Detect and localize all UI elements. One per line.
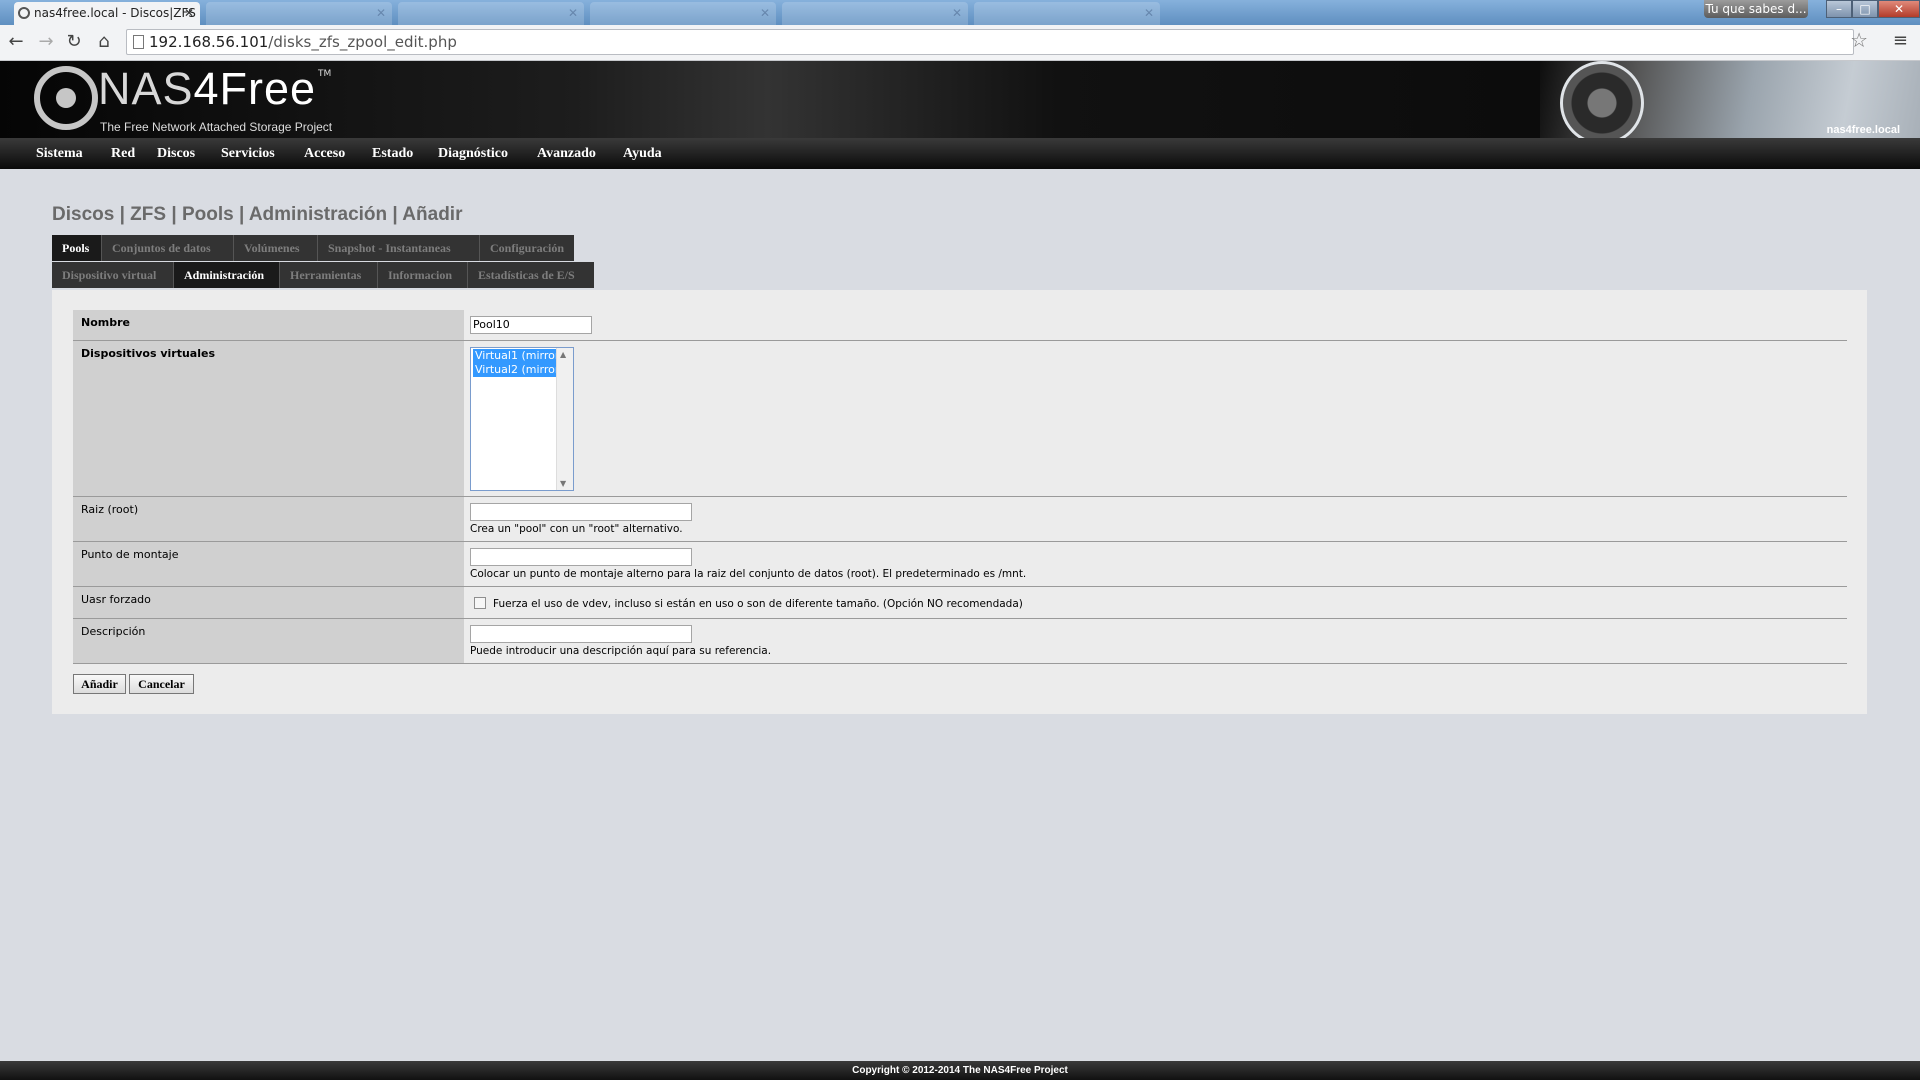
add-button[interactable]: Añadir [73,674,126,694]
browser-tab-title: nas4free.local - Discos|ZFS [34,6,196,20]
tagline: The Free Network Attached Storage Projec… [100,120,333,134]
label-descripcion: Descripción [73,619,464,663]
root-input[interactable] [470,503,692,521]
listbox-scrollbar[interactable]: ▲ ▼ [556,348,573,490]
tabs-row-1: Pools Conjuntos de datos Volúmenes Snaps… [52,235,574,261]
url-text: 192.168.56.101/disks_zfs_zpool_edit.php [149,33,457,51]
browser-tab[interactable]: ✕ [782,2,968,25]
label-nombre: Nombre [73,310,464,340]
tab-informacion[interactable]: Informacion [378,262,468,288]
nav-diagnostico[interactable]: Diagnóstico [438,138,508,169]
page-title: Discos | ZFS | Pools | Administración | … [52,204,463,225]
home-icon[interactable]: ⌂ [92,30,116,54]
maximize-icon[interactable]: □ [1852,0,1878,18]
label-raiz: Raiz (root) [73,497,464,541]
tab-estadisticas[interactable]: Estadísticas de E/S [468,262,594,288]
row-nombre: Nombre [73,310,1847,341]
browser-tab[interactable]: ✕ [398,2,584,25]
nav-discos[interactable]: Discos [157,138,195,169]
bookmark-star-icon[interactable]: ☆ [1850,28,1868,52]
nav-red[interactable]: Red [111,138,135,169]
site-header: NAS4Free TM The Free Network Attached St… [0,61,1920,138]
vdev-option[interactable]: Virtual2 (mirror) [473,363,564,377]
mountpoint-hint: Colocar un punto de montaje alterno para… [470,568,1027,580]
nav-estado[interactable]: Estado [372,138,413,169]
scroll-up-icon[interactable]: ▲ [560,350,566,359]
close-tab-icon[interactable]: ✕ [184,2,194,25]
nav-acceso[interactable]: Acceso [304,138,345,169]
browser-tab-active[interactable]: nas4free.local - Discos|ZFS ✕ [14,2,200,25]
row-descripcion: Descripción [73,619,1847,664]
tab-pools[interactable]: Pools [52,235,102,261]
vdevs-listbox[interactable]: Virtual1 (mirror) Virtual2 (mirror) ▲ ▼ [470,347,574,491]
close-tab-icon[interactable]: ✕ [568,2,578,25]
window-close-icon[interactable]: ✕ [1878,0,1920,18]
mountpoint-input[interactable] [470,548,692,566]
tabs-row-2: Dispositivo virtual Administración Herra… [52,262,594,288]
tab-conjuntos-de-datos[interactable]: Conjuntos de datos [102,235,234,261]
description-input[interactable] [470,625,692,643]
root-hint: Crea un "pool" con un "root" alternativo… [470,523,683,535]
close-tab-icon[interactable]: ✕ [760,2,770,25]
label-punto-de-montaje: Punto de montaje [73,542,464,586]
browser-toolbar: ← → ↻ ⌂ 192.168.56.101/disks_zfs_zpool_e… [0,25,1920,61]
tab-snapshot[interactable]: Snapshot - Instantaneas [318,235,480,261]
logo-text: NAS4Free [98,63,317,114]
reload-icon[interactable]: ↻ [62,30,86,54]
vdev-option[interactable]: Virtual1 (mirror) [473,349,564,363]
tab-configuracion[interactable]: Configuración [480,235,574,261]
tab-dispositivo-virtual[interactable]: Dispositivo virtual [52,262,174,288]
page-icon [133,35,144,49]
browser-tab[interactable]: ✕ [590,2,776,25]
row-dispositivos-virtuales: Dispositivos virtuales [73,341,1847,497]
close-tab-icon[interactable]: ✕ [952,2,962,25]
description-hint: Puede introducir una descripción aquí pa… [470,645,772,657]
back-arrow-icon[interactable]: ← [4,30,28,54]
browser-tab[interactable]: ✕ [974,2,1160,25]
tab-administracion[interactable]: Administración [174,262,280,288]
nav-sistema[interactable]: Sistema [36,138,83,169]
forward-arrow-icon[interactable]: → [34,30,58,54]
name-input[interactable]: Pool10 [470,316,592,334]
disk-platter-icon [1560,61,1644,138]
force-hint: Fuerza el uso de vdev, incluso si están … [493,598,1023,610]
main-nav: Sistema Red Discos Servicios Acceso Esta… [0,138,1920,169]
row-raiz: Raiz (root) [73,497,1847,542]
hostname: nas4free.local [1826,124,1900,136]
nas4free-favicon-icon [18,7,30,19]
tab-herramientas[interactable]: Herramientas [280,262,378,288]
nas4free-logo-icon [34,66,98,130]
force-checkbox[interactable] [474,597,486,609]
minimize-icon[interactable]: – [1826,0,1852,18]
row-punto-de-montaje: Punto de montaje [73,542,1847,587]
label-dispositivos-virtuales: Dispositivos virtuales [73,341,464,496]
tab-volumenes[interactable]: Volúmenes [234,235,318,261]
footer-copyright: Copyright © 2012-2014 The NAS4Free Proje… [0,1061,1920,1080]
label-uasr-forzado: Uasr forzado [73,587,464,618]
close-tab-icon[interactable]: ✕ [1144,2,1154,25]
profile-button[interactable]: Tu que sabes d... [1704,0,1808,18]
scroll-down-icon[interactable]: ▼ [560,479,566,488]
browser-tabstrip: nas4free.local - Discos|ZFS ✕ ✕ ✕ ✕ ✕ ✕ … [0,0,1920,25]
nav-ayuda[interactable]: Ayuda [623,138,662,169]
address-bar[interactable]: 192.168.56.101/disks_zfs_zpool_edit.php [126,29,1854,55]
browser-menu-icon[interactable]: ≡ [1893,30,1908,51]
close-tab-icon[interactable]: ✕ [376,2,386,25]
browser-tab[interactable]: ✕ [206,2,392,25]
cancel-button[interactable]: Cancelar [129,674,194,694]
logo-trademark: TM [318,69,332,79]
nav-avanzado[interactable]: Avanzado [537,138,596,169]
nav-servicios[interactable]: Servicios [221,138,275,169]
